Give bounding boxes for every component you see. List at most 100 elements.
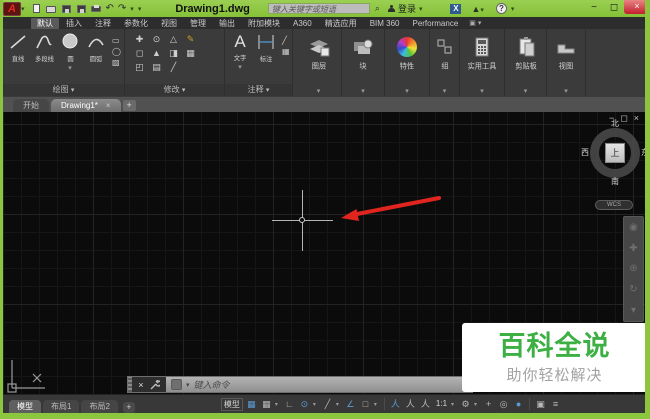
array-icon[interactable]: ╱	[165, 61, 182, 75]
stretch-icon[interactable]: ◰	[131, 61, 148, 75]
properties-panel-caret-icon[interactable]	[385, 87, 429, 95]
new-file-icon[interactable]	[31, 3, 42, 14]
snap-toggle[interactable]: ▦	[260, 398, 273, 411]
command-input[interactable]: 键入命令	[166, 377, 472, 392]
recent-commands-caret-icon[interactable]	[186, 381, 190, 389]
orbit-icon[interactable]: ↻	[629, 284, 637, 295]
mirror-icon[interactable]: ▲	[148, 47, 165, 61]
copy-icon[interactable]: ◻	[131, 47, 148, 61]
group-panel-caret-icon[interactable]	[430, 87, 459, 95]
annotation-visibility-toggle[interactable]: 人	[389, 398, 402, 411]
command-line-bar[interactable]: × 键入命令	[127, 376, 473, 393]
object-snap-caret-icon[interactable]	[374, 401, 380, 408]
panel-utilities[interactable]: 实用工具	[460, 29, 505, 96]
command-close-icon[interactable]: ×	[138, 380, 143, 390]
customize-plus-button[interactable]: +	[482, 398, 495, 411]
file-tab-drawing1[interactable]: Drawing1* ×	[51, 99, 121, 112]
tool-circle[interactable]: 圆	[58, 32, 82, 72]
redo-icon[interactable]: ↷	[118, 3, 126, 14]
clean-screen-toggle[interactable]: ●	[512, 398, 525, 411]
save-as-icon[interactable]	[76, 4, 87, 14]
ribbon-cycle-button[interactable]: ▣	[469, 19, 481, 27]
open-file-icon[interactable]	[45, 4, 57, 14]
clipboard-panel-caret-icon[interactable]	[505, 87, 546, 95]
utilities-panel-caret-icon[interactable]	[460, 87, 504, 95]
layout-tab-model[interactable]: 模型	[9, 400, 41, 413]
autoscale-toggle[interactable]: 人	[404, 398, 417, 411]
isodraft-caret-icon[interactable]	[336, 401, 342, 408]
restore-button[interactable]: ◻	[604, 1, 624, 14]
wcs-button[interactable]: WCS	[595, 200, 633, 210]
viewcube-north[interactable]: 北	[611, 120, 619, 128]
trim-icon[interactable]: △	[165, 33, 182, 47]
tool-dimension[interactable]: 标注	[254, 32, 278, 71]
ribbon-tab-addins[interactable]: 附加模块	[242, 18, 286, 29]
exchange-apps-icon[interactable]: X	[450, 3, 462, 14]
app-menu-caret-icon[interactable]	[21, 5, 25, 13]
panel-label-modify[interactable]: 修改	[125, 84, 224, 96]
panel-clipboard[interactable]: 剪贴板	[505, 29, 547, 96]
pan-icon[interactable]: ✚	[629, 243, 637, 254]
autocad-logo[interactable]: A	[3, 1, 21, 16]
panel-block[interactable]: 块	[342, 29, 385, 96]
customization-menu-button[interactable]: ≡	[549, 398, 562, 411]
ribbon-tab-bim360[interactable]: BIM 360	[364, 18, 406, 29]
panel-properties[interactable]: 特性	[385, 29, 430, 96]
sign-in-button[interactable]: 登录	[387, 2, 423, 15]
scale-icon[interactable]: ▤	[148, 61, 165, 75]
help-caret-icon[interactable]	[511, 5, 515, 13]
object-snap-tracking-toggle[interactable]: ∠	[344, 398, 357, 411]
search-binoculars-icon[interactable]: ⌕	[375, 3, 380, 14]
redo-caret-icon[interactable]	[130, 5, 134, 13]
search-input[interactable]: 键入关键字或短语	[267, 3, 370, 14]
new-drawing-tab-button[interactable]: +	[122, 100, 136, 111]
layers-panel-caret-icon[interactable]	[296, 87, 341, 95]
rectangle-icon[interactable]: ▭	[112, 36, 121, 45]
leader-icon[interactable]: ╱	[282, 36, 290, 45]
hatch-icon[interactable]: ▨	[112, 58, 121, 67]
panel-group[interactable]: 组	[430, 29, 460, 96]
workspace-caret-icon[interactable]	[474, 401, 480, 408]
viewcube[interactable]: 北 南 西 东 上	[581, 120, 647, 186]
block-panel-caret-icon[interactable]	[342, 87, 384, 95]
isodraft-toggle[interactable]: ╱	[321, 398, 334, 411]
annotation-scale-toggle[interactable]: 人	[419, 398, 432, 411]
model-space-button[interactable]: 模型	[220, 397, 243, 411]
ribbon-tab-performance[interactable]: Performance	[406, 18, 464, 29]
ribbon-tab-home[interactable]: 默认	[31, 17, 59, 29]
viewcube-south[interactable]: 南	[611, 178, 619, 186]
tool-polyline[interactable]: 多段线	[32, 32, 56, 72]
table-icon[interactable]: ▦	[282, 47, 290, 56]
qat-customize-caret-icon[interactable]	[138, 5, 142, 13]
workspace-switch[interactable]: ⚙	[459, 398, 472, 411]
fillet-icon[interactable]: ◨	[165, 47, 182, 61]
drawing-canvas[interactable]: − ◻ × 北 南 西 东 上 WCS ◉ ✚ ⊕ ↻ ▾ × ▾ 键入命令 百…	[3, 112, 647, 395]
panel-label-annotate[interactable]: 注释	[225, 84, 292, 96]
panel-view[interactable]: 视图	[547, 29, 586, 96]
ortho-toggle[interactable]: ∟	[283, 398, 296, 411]
panel-layers[interactable]: 图层	[296, 29, 342, 96]
ellipse-icon[interactable]: ◯	[112, 47, 121, 56]
polar-tracking-toggle[interactable]: ⊙	[298, 398, 311, 411]
communication-center-icon[interactable]: ▲	[471, 4, 483, 14]
performance-monitor-button[interactable]: ▣	[534, 398, 547, 411]
add-layout-button[interactable]: +	[122, 402, 135, 413]
snap-caret-icon[interactable]	[275, 401, 281, 408]
object-snap-toggle[interactable]: □	[359, 398, 372, 411]
panel-label-draw[interactable]: 绘图	[3, 84, 124, 96]
drawing-restore-icon[interactable]: ◻	[620, 113, 627, 124]
grid-toggle[interactable]: ▦	[245, 398, 258, 411]
help-icon[interactable]: ?	[495, 3, 507, 14]
tool-line[interactable]: 直线	[6, 32, 30, 72]
viewcube-west[interactable]: 西	[581, 149, 589, 157]
ribbon-tab-parametric[interactable]: 参数化	[118, 18, 154, 29]
explode-icon[interactable]: ▦	[182, 47, 199, 61]
file-tab-close-icon[interactable]: ×	[106, 99, 111, 112]
ribbon-tab-featured-apps[interactable]: 精选应用	[319, 18, 363, 29]
file-tab-start[interactable]: 开始	[13, 99, 49, 112]
annotation-scale-value[interactable]: 1:1	[434, 398, 449, 411]
layout-tab-layout1[interactable]: 布局1	[43, 400, 80, 413]
ribbon-tab-annotate[interactable]: 注释	[89, 18, 117, 29]
drawing-close-icon[interactable]: ×	[634, 113, 639, 124]
ribbon-tab-view[interactable]: 视图	[155, 18, 183, 29]
